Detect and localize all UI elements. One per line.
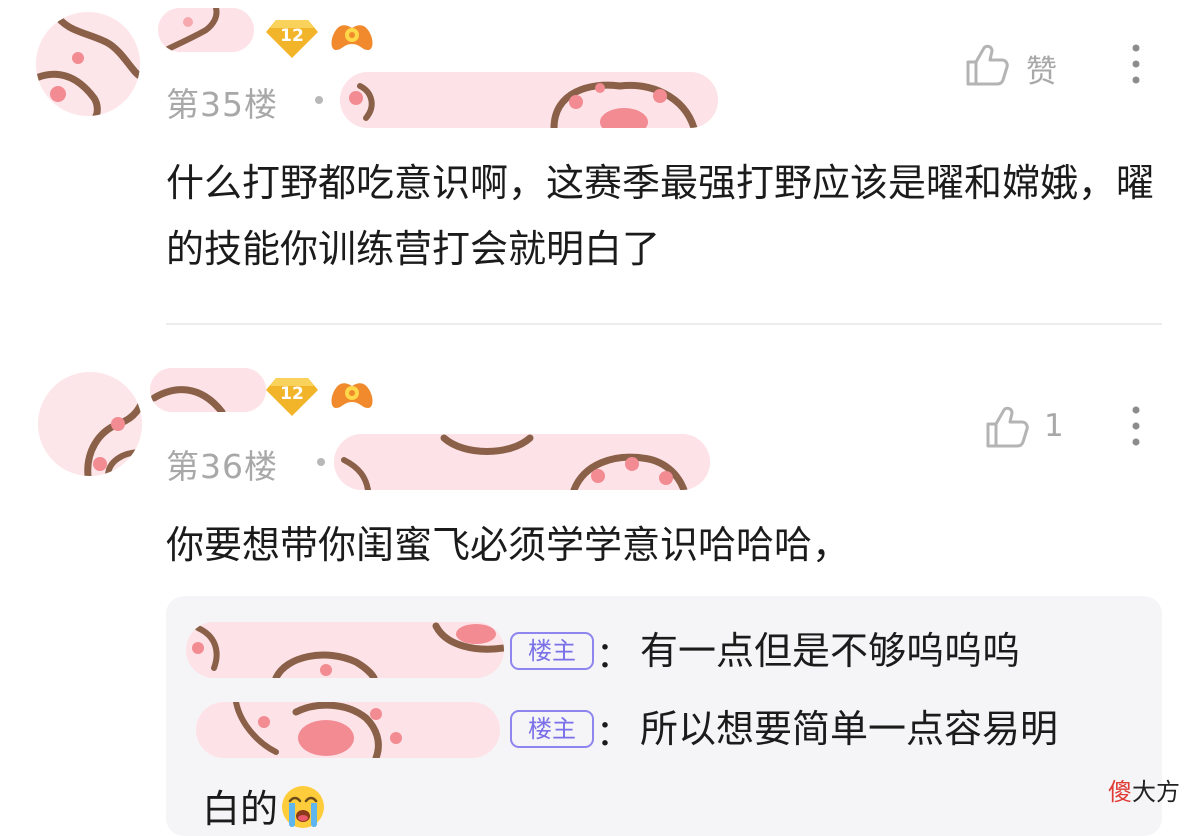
watermark: 傻大方: [1108, 778, 1180, 806]
avatar[interactable]: [36, 12, 140, 116]
thumbs-up-icon[interactable]: [964, 42, 1010, 88]
level-badge: 12: [266, 18, 318, 58]
floor-number: 第36楼: [166, 447, 278, 486]
user-meta-blurred: [334, 434, 710, 490]
more-options-icon[interactable]: [1126, 402, 1146, 450]
like-label[interactable]: 赞: [1026, 46, 1057, 91]
owner-tag: 楼主: [510, 632, 594, 670]
gamepad-icon: [330, 378, 374, 414]
comment-text: 什么打野都吃意识啊，这赛季最强打野应该是曜和嫦娥，曜的技能你训练营打会就明白了: [166, 161, 1155, 271]
reply-text-continued: 白的: [202, 770, 326, 836]
username-blurred[interactable]: [150, 368, 266, 412]
reply-text: 有一点但是不够呜呜呜: [640, 629, 1021, 673]
separator-dot: [315, 96, 323, 104]
more-options-icon[interactable]: [1126, 40, 1146, 88]
reply-username-blurred[interactable]: [186, 622, 504, 678]
gamepad-icon: [330, 20, 374, 56]
username-blurred[interactable]: [158, 8, 254, 52]
reply-item[interactable]: 楼主 ： 所以想要简单一点容易明 白的: [166, 686, 1162, 836]
like-count[interactable]: 1: [1044, 408, 1064, 444]
separator-dot: [317, 458, 325, 466]
avatar[interactable]: [38, 372, 142, 476]
floor-number: 第35楼: [166, 85, 278, 124]
loudly-crying-face-icon: [280, 784, 326, 830]
comment-text: 你要想带你闺蜜飞必须学学意识哈哈哈，: [166, 523, 851, 567]
divider: [166, 323, 1162, 325]
thumbs-up-icon[interactable]: [984, 404, 1030, 450]
user-meta-blurred: [340, 72, 718, 128]
comment-floor-35: 12 第35楼 赞 什么打野都吃意识啊，这赛季最强打野应该是曜和嫦娥，曜的技能你…: [0, 0, 1200, 325]
owner-tag: 楼主: [510, 710, 594, 748]
reply-item[interactable]: 楼主 ： 有一点但是不够呜呜呜: [166, 596, 1162, 686]
level-badge: 12: [266, 376, 318, 416]
comment-floor-36: 12 第36楼 1 你要想带你闺蜜飞必须学学意识哈哈哈， 楼主 ： 有一点但是不…: [0, 326, 1200, 836]
replies-box[interactable]: 楼主 ： 有一点但是不够呜呜呜 楼主 ： 所以想要简单一点容易明 白的: [166, 596, 1162, 836]
reply-username-blurred[interactable]: [196, 702, 500, 758]
reply-text: 所以想要简单一点容易明: [640, 707, 1059, 751]
